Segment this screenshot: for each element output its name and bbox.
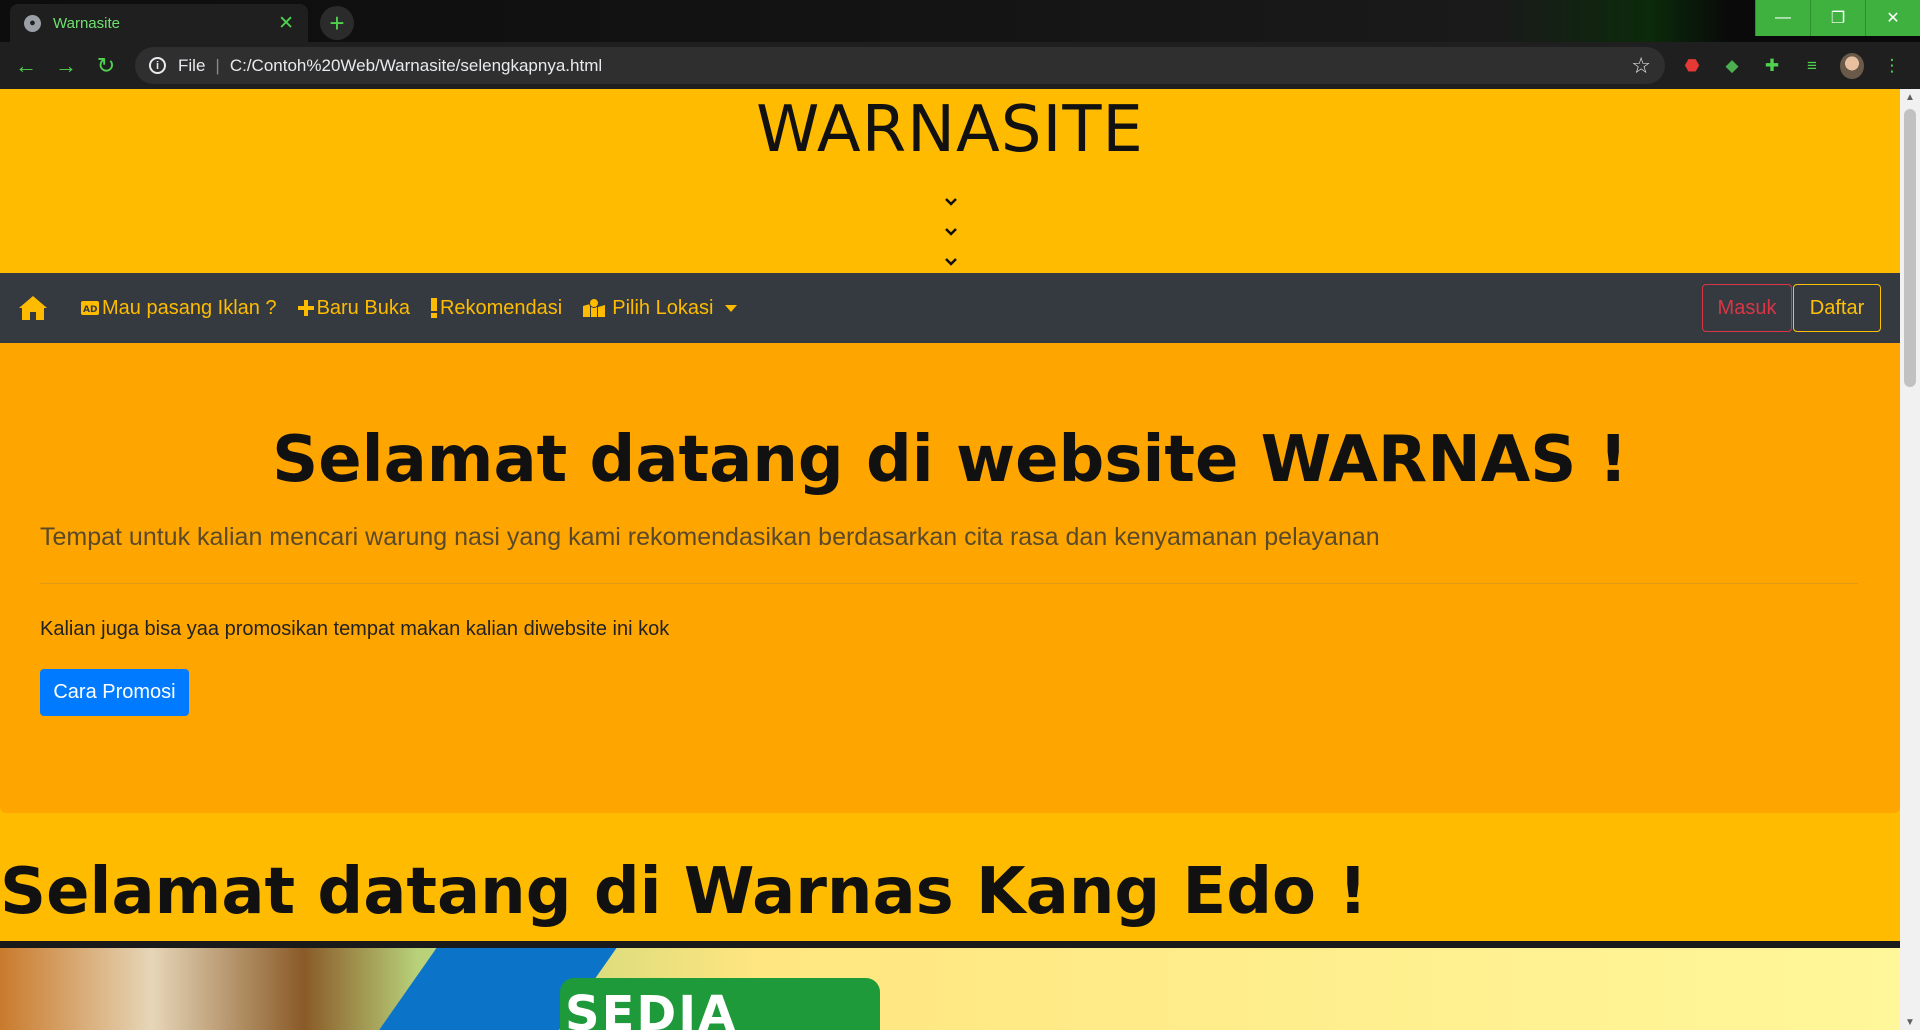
main-navbar: AD Mau pasang Iklan ? Baru Buka Rekomend… xyxy=(0,273,1900,343)
page-scrollbar[interactable]: ▲ ▼ xyxy=(1900,89,1920,1030)
scrollbar-thumb[interactable] xyxy=(1904,109,1916,387)
register-button[interactable]: Daftar xyxy=(1793,284,1881,332)
exclamation-icon xyxy=(430,298,437,318)
scroll-down-indicator xyxy=(940,187,962,277)
nav-link-label: Rekomendasi xyxy=(439,296,563,319)
url-scheme-label: File xyxy=(178,55,206,75)
nav-link-label: Mau pasang Iklan ? xyxy=(102,296,277,319)
promo-banner-image: SEDIA xyxy=(0,948,1900,1030)
nav-link-rekomendasi[interactable]: Rekomendasi xyxy=(430,297,562,320)
browser-toolbar: ← → ↻ i File | C:/Contoh%20Web/Warnasite… xyxy=(0,42,1920,89)
nav-link-label: Pilih Lokasi xyxy=(612,296,714,319)
scroll-down-arrow-icon[interactable]: ▼ xyxy=(1900,1014,1920,1030)
forward-icon[interactable]: → xyxy=(52,52,80,80)
chevron-down-icon xyxy=(940,187,962,217)
chevron-down-icon xyxy=(940,217,962,247)
extensions-puzzle-icon[interactable]: ✚ xyxy=(1760,54,1784,78)
close-tab-icon[interactable]: ✕ xyxy=(278,14,294,33)
adblock-extension-icon[interactable]: ⬣ xyxy=(1680,54,1704,78)
reading-list-icon[interactable]: ≡ xyxy=(1800,54,1824,78)
jumbotron-lead: Tempat untuk kalian mencari warung nasi … xyxy=(40,523,1380,551)
address-bar[interactable]: i File | C:/Contoh%20Web/Warnasite/selen… xyxy=(135,47,1665,84)
nav-link-label: Baru Buka xyxy=(316,296,410,319)
nav-link-pilih-lokasi[interactable]: Pilih Lokasi xyxy=(582,296,738,320)
bookmark-star-icon[interactable]: ☆ xyxy=(1631,53,1651,79)
restore-icon[interactable]: ❐ xyxy=(1810,0,1865,36)
site-title: WARNASITE xyxy=(756,93,1144,167)
globe-icon: ● xyxy=(24,14,41,32)
browser-tab[interactable]: ● Warnasite ✕ xyxy=(10,4,308,42)
menu-kebab-icon[interactable]: ⋮ xyxy=(1880,54,1904,78)
jumbotron: Selamat datang di website WARNAS ! Tempa… xyxy=(0,343,1900,813)
url-separator: | xyxy=(215,55,220,75)
tab-title: Warnasite xyxy=(53,14,120,32)
nav-link-baru-buka[interactable]: Baru Buka xyxy=(297,297,410,320)
banner-border xyxy=(0,941,1900,948)
svg-text:AD: AD xyxy=(83,305,97,315)
close-window-icon[interactable]: ✕ xyxy=(1865,0,1920,36)
browser-tab-strip: ● Warnasite ✕ + — ❐ ✕ xyxy=(0,0,1920,42)
jumbotron-text: Kalian juga bisa yaa promosikan tempat m… xyxy=(40,618,670,640)
map-marked-icon xyxy=(583,298,606,317)
section-heading: Selamat datang di Warnas Kang Edo ! xyxy=(0,855,1368,929)
home-icon[interactable] xyxy=(18,293,52,323)
scroll-up-arrow-icon[interactable]: ▲ xyxy=(1900,89,1920,105)
back-icon[interactable]: ← xyxy=(12,52,40,80)
jumbotron-title: Selamat datang di website WARNAS ! xyxy=(272,423,1628,497)
reload-icon[interactable]: ↻ xyxy=(92,52,120,80)
avatar[interactable] xyxy=(1840,53,1864,79)
plus-icon xyxy=(297,300,314,316)
page-viewport: WARNASITE AD Mau pasang Iklan ? Baru Buk… xyxy=(0,89,1900,1030)
dropdown-caret-icon xyxy=(725,304,738,312)
cara-promosi-button[interactable]: Cara Promosi xyxy=(40,669,189,716)
info-icon[interactable]: i xyxy=(149,57,166,74)
ad-icon: AD xyxy=(81,301,99,315)
nav-link-pasang-iklan[interactable]: AD Mau pasang Iklan ? xyxy=(80,297,277,320)
new-tab-button[interactable]: + xyxy=(320,6,354,40)
login-button[interactable]: Masuk xyxy=(1702,284,1792,332)
minimize-icon[interactable]: — xyxy=(1755,0,1810,36)
color-extension-icon[interactable]: ◆ xyxy=(1720,54,1744,78)
url-text: C:/Contoh%20Web/Warnasite/selengkapnya.h… xyxy=(229,55,603,75)
divider xyxy=(40,583,1858,584)
banner-text: SEDIA xyxy=(565,986,738,1030)
